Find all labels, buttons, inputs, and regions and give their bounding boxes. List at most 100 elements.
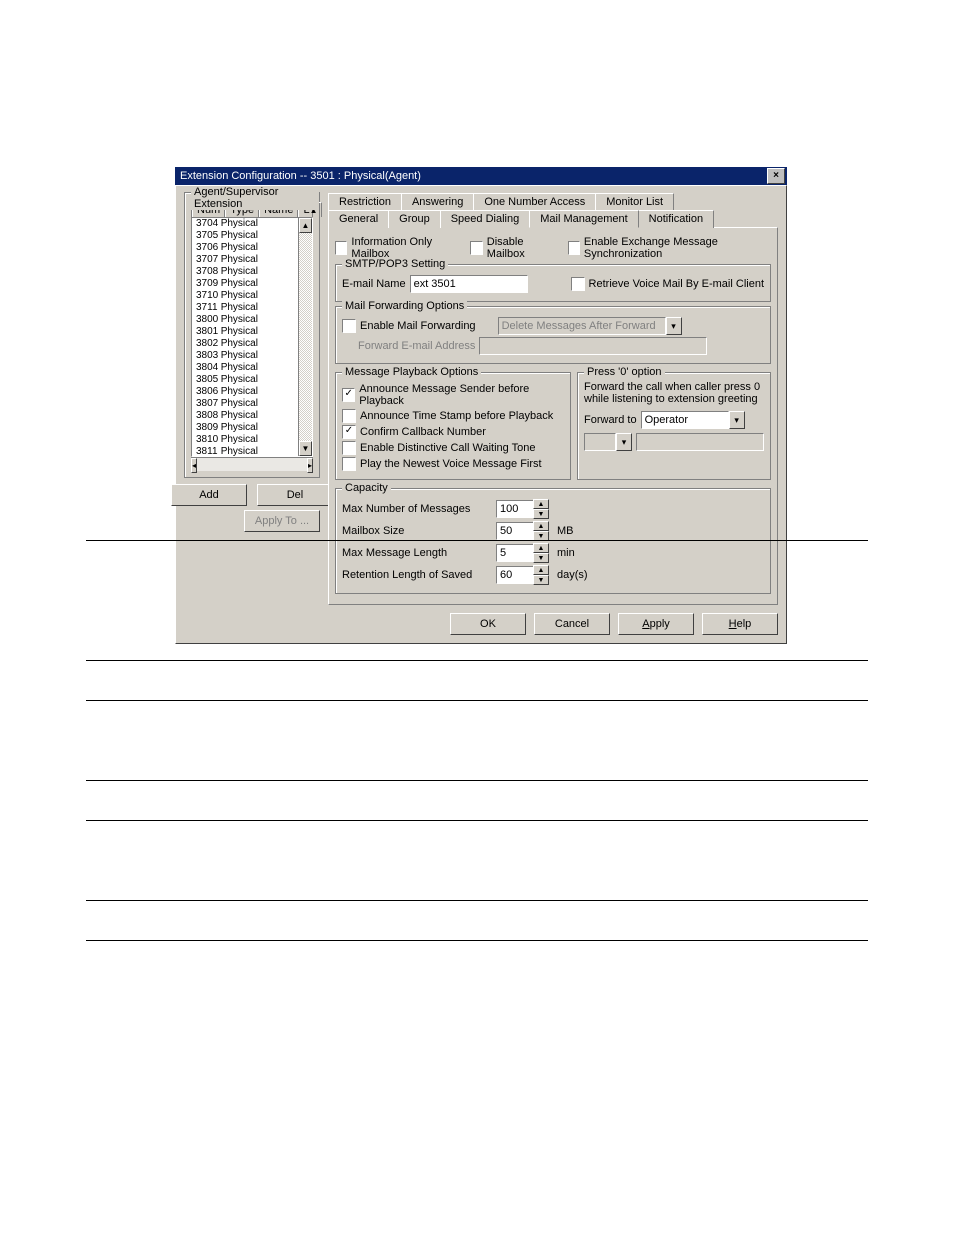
delete-after-forward-combo[interactable]: Delete Messages After Forward (498, 317, 682, 335)
extension-list-legend: Agent/Supervisor Extension (191, 186, 319, 210)
mail-forwarding-legend: Mail Forwarding Options (342, 300, 467, 312)
table-row[interactable]: 3710Physical0 (192, 290, 312, 302)
max-messages-spinner[interactable]: 100▲▼ (496, 499, 549, 519)
scroll-up-icon[interactable]: ▲ (299, 218, 312, 233)
forward-to-value-field[interactable] (636, 433, 764, 451)
close-icon[interactable]: × (767, 168, 785, 184)
tab-restriction[interactable]: Restriction (328, 193, 402, 210)
vertical-scrollbar[interactable]: ▲ ▼ (298, 218, 312, 456)
table-row[interactable]: 3810Physical0 (192, 434, 312, 446)
tab-notification[interactable]: Notification (638, 210, 714, 228)
tab-mail-management[interactable]: Mail Management (529, 210, 638, 228)
forward-to-sub-combo[interactable] (584, 433, 632, 451)
tab-group[interactable]: Group (388, 210, 441, 228)
mail-forwarding-group: Mail Forwarding Options Enable Mail Forw… (335, 306, 771, 364)
spin-down-icon[interactable]: ▼ (533, 575, 549, 585)
smtp-legend: SMTP/POP3 Setting (342, 258, 448, 270)
tab-one-number-access[interactable]: One Number Access (473, 193, 596, 210)
del-button[interactable]: Del (257, 484, 333, 506)
retrieve-checkbox[interactable] (571, 277, 585, 291)
retention-spinner[interactable]: 60▲▼ (496, 565, 549, 585)
playback-group: Message Playback Options Announce Messag… (335, 372, 571, 480)
spin-up-icon[interactable]: ▲ (533, 499, 549, 509)
table-row[interactable]: 3800Physical0 (192, 314, 312, 326)
table-row[interactable]: 3803Physical0 (192, 350, 312, 362)
announce-timestamp-checkbox[interactable] (342, 409, 356, 423)
apply-to-button[interactable]: Apply To ... (244, 510, 320, 532)
confirm-callback-label: Confirm Callback Number (360, 426, 486, 438)
newest-first-checkbox[interactable] (342, 457, 356, 471)
distinctive-tone-label: Enable Distinctive Call Waiting Tone (360, 442, 535, 454)
max-length-spinner[interactable]: 5▲▼ (496, 543, 549, 563)
mailbox-size-spinner[interactable]: 50▲▼ (496, 521, 549, 541)
chevron-down-icon[interactable] (729, 411, 745, 429)
apply-button[interactable]: Apply (618, 613, 694, 635)
announce-sender-label: Announce Message Sender before Playback (359, 383, 564, 407)
disable-mailbox-checkbox[interactable] (470, 241, 482, 255)
table-row[interactable]: 3705Physical0 (192, 230, 312, 242)
horizontal-scrollbar[interactable]: ◂ ▸ (191, 457, 313, 471)
tab-speed-dialing[interactable]: Speed Dialing (440, 210, 531, 228)
table-row[interactable]: 3806Physical0 (192, 386, 312, 398)
table-row[interactable]: 3711Physical0 (192, 302, 312, 314)
table-row[interactable]: 3809Physical0 (192, 422, 312, 434)
scroll-right-icon[interactable]: ▸ (307, 458, 313, 473)
titlebar: Extension Configuration -- 3501 : Physic… (175, 167, 787, 185)
table-row[interactable]: 3805Physical0 (192, 374, 312, 386)
table-row[interactable]: 3801Physical0 (192, 326, 312, 338)
retention-unit: day(s) (557, 569, 588, 581)
add-button[interactable]: Add (171, 484, 247, 506)
tab-answering[interactable]: Answering (401, 193, 474, 210)
tabs-row-1: Restriction Answering One Number Access … (328, 192, 778, 209)
info-only-checkbox[interactable] (335, 241, 347, 255)
chevron-down-icon[interactable] (666, 317, 682, 335)
press-zero-desc: Forward the call when caller press 0 whi… (584, 381, 764, 405)
extension-list-group: Agent/Supervisor Extension Num Type Name… (184, 192, 320, 478)
tabs-row-2: General Group Speed Dialing Mail Managem… (328, 209, 778, 227)
info-only-label: Information Only Mailbox (351, 236, 457, 260)
spin-down-icon[interactable]: ▼ (533, 553, 549, 563)
max-length-unit: min (557, 547, 575, 559)
config-window: Extension Configuration -- 3501 : Physic… (175, 167, 787, 644)
confirm-callback-checkbox[interactable] (342, 425, 356, 439)
window-title: Extension Configuration -- 3501 : Physic… (177, 167, 767, 185)
spin-up-icon[interactable]: ▲ (533, 565, 549, 575)
table-row[interactable]: 3707Physical0 (192, 254, 312, 266)
spin-up-icon[interactable]: ▲ (533, 521, 549, 531)
sync-label: Enable Exchange Message Synchronization (584, 236, 771, 260)
table-row[interactable]: 3802Physical0 (192, 338, 312, 350)
table-row[interactable]: 3704Physical0 (192, 218, 312, 230)
extension-listbox[interactable]: 3704Physical03705Physical03706Physical03… (191, 217, 313, 457)
mailbox-size-label: Mailbox Size (342, 525, 492, 537)
enable-forwarding-checkbox[interactable] (342, 319, 356, 333)
table-row[interactable]: 3807Physical0 (192, 398, 312, 410)
table-row[interactable]: 3706Physical0 (192, 242, 312, 254)
table-row[interactable]: 3709Physical0 (192, 278, 312, 290)
capacity-group: Capacity Max Number of Messages 100▲▼ Ma… (335, 488, 771, 594)
forward-to-combo[interactable]: Operator (641, 411, 745, 429)
cancel-button[interactable]: Cancel (534, 613, 610, 635)
spin-down-icon[interactable]: ▼ (533, 509, 549, 519)
playback-legend: Message Playback Options (342, 366, 481, 378)
press-zero-group: Press '0' option Forward the call when c… (577, 372, 771, 480)
capacity-legend: Capacity (342, 482, 391, 494)
retention-label: Retention Length of Saved (342, 569, 492, 581)
distinctive-tone-checkbox[interactable] (342, 441, 356, 455)
tab-general[interactable]: General (328, 210, 389, 228)
email-name-field[interactable]: ext 3501 (410, 275, 528, 293)
table-row[interactable]: 3811Physical0 (192, 446, 312, 456)
smtp-group: SMTP/POP3 Setting E-mail Name ext 3501 R… (335, 264, 771, 302)
disable-mailbox-label: Disable Mailbox (487, 236, 554, 260)
forward-address-field[interactable] (479, 337, 707, 355)
table-row[interactable]: 3808Physical0 (192, 410, 312, 422)
sync-checkbox[interactable] (568, 241, 580, 255)
ok-button[interactable]: OK (450, 613, 526, 635)
announce-sender-checkbox[interactable] (342, 388, 355, 402)
tab-monitor-list[interactable]: Monitor List (595, 193, 674, 210)
help-button[interactable]: Help (702, 613, 778, 635)
scroll-down-icon[interactable]: ▼ (299, 441, 312, 456)
table-row[interactable]: 3708Physical0 (192, 266, 312, 278)
chevron-down-icon[interactable] (616, 433, 632, 451)
spin-up-icon[interactable]: ▲ (533, 543, 549, 553)
table-row[interactable]: 3804Physical0 (192, 362, 312, 374)
